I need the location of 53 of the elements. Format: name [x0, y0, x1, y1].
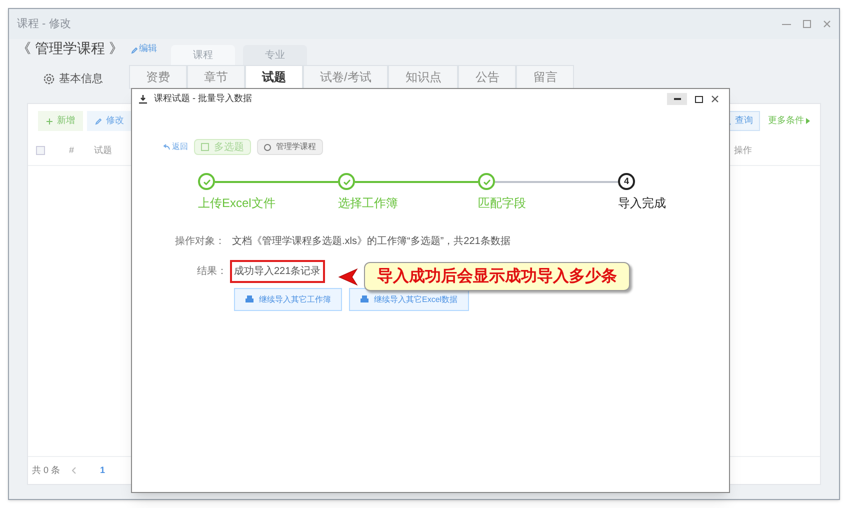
printer-icon [360, 295, 369, 304]
column-header: 操作 [734, 144, 752, 157]
side-label: 基本信息 [59, 72, 103, 87]
add-button[interactable]: 新增 [38, 111, 83, 131]
close-button[interactable] [711, 95, 719, 103]
printer-icon [245, 295, 254, 304]
top-tab[interactable]: 课程 [170, 45, 235, 65]
target-text: 文档《管理学课程多选题.xls》的工作簿“多选题”，共221条数据 [232, 234, 510, 249]
step-label: 匹配字段 [478, 195, 527, 212]
section-tab[interactable]: 知识点 [388, 65, 458, 89]
step-label: 上传Excel文件 [198, 195, 276, 212]
restore-icon[interactable] [803, 20, 811, 28]
prev-page-icon[interactable] [72, 467, 76, 474]
step-number: 4 [618, 173, 635, 190]
result-value: 成功导入221条记录 [230, 260, 325, 283]
checkbox-icon [201, 143, 209, 151]
filter-tag: 管理学课程 [257, 139, 323, 155]
back-arrow-icon [163, 144, 170, 150]
top-tab[interactable]: 专业 [242, 45, 307, 65]
pencil-icon [95, 118, 102, 124]
section-tab[interactable]: 留言 [516, 65, 574, 89]
plus-icon [46, 118, 53, 124]
target-label: 操作对象： [175, 234, 226, 249]
pencil-icon [130, 47, 138, 54]
edit-link[interactable]: 编辑 [138, 42, 157, 55]
edit-button[interactable]: 修改 [87, 111, 132, 131]
step-label: 导入完成 [618, 195, 667, 212]
page-number[interactable]: 1 [100, 464, 106, 478]
result-label: 结果： [197, 264, 228, 279]
dialog-title: 课程试题 - 批量导入数据 [154, 92, 252, 106]
caret-icon [806, 118, 810, 124]
section-tab[interactable]: 公告 [458, 65, 516, 89]
maximize-button[interactable] [695, 96, 703, 102]
continue-import-button[interactable]: 继续导入其它工作簿 [234, 288, 342, 311]
select-all-checkbox[interactable] [36, 146, 45, 155]
section-tab[interactable]: 试题 [245, 65, 303, 89]
step-label: 选择工作簿 [338, 195, 399, 212]
total-count: 共 0 条 [32, 464, 60, 477]
course-title: 《 管理学课程 》 [17, 39, 123, 58]
filter-tag: 多选题 [194, 139, 251, 155]
more-filters-link[interactable]: 更多条件 [768, 114, 810, 128]
import-icon [138, 94, 148, 104]
back-link[interactable]: 返回 [163, 141, 188, 153]
close-icon[interactable] [823, 20, 831, 28]
minimize-button[interactable] [667, 93, 687, 105]
section-tab[interactable]: 资费 [129, 65, 187, 89]
column-header: # [69, 144, 74, 157]
section-tab[interactable]: 章节 [187, 65, 245, 89]
section-tab[interactable]: 试卷/考试 [303, 65, 388, 89]
column-header: 试题 [94, 144, 112, 157]
window-title: 课程 - 修改 [17, 16, 71, 32]
callout-arrow [338, 268, 358, 286]
callout-note: 导入成功后会显示成功导入多少条 [364, 262, 630, 291]
